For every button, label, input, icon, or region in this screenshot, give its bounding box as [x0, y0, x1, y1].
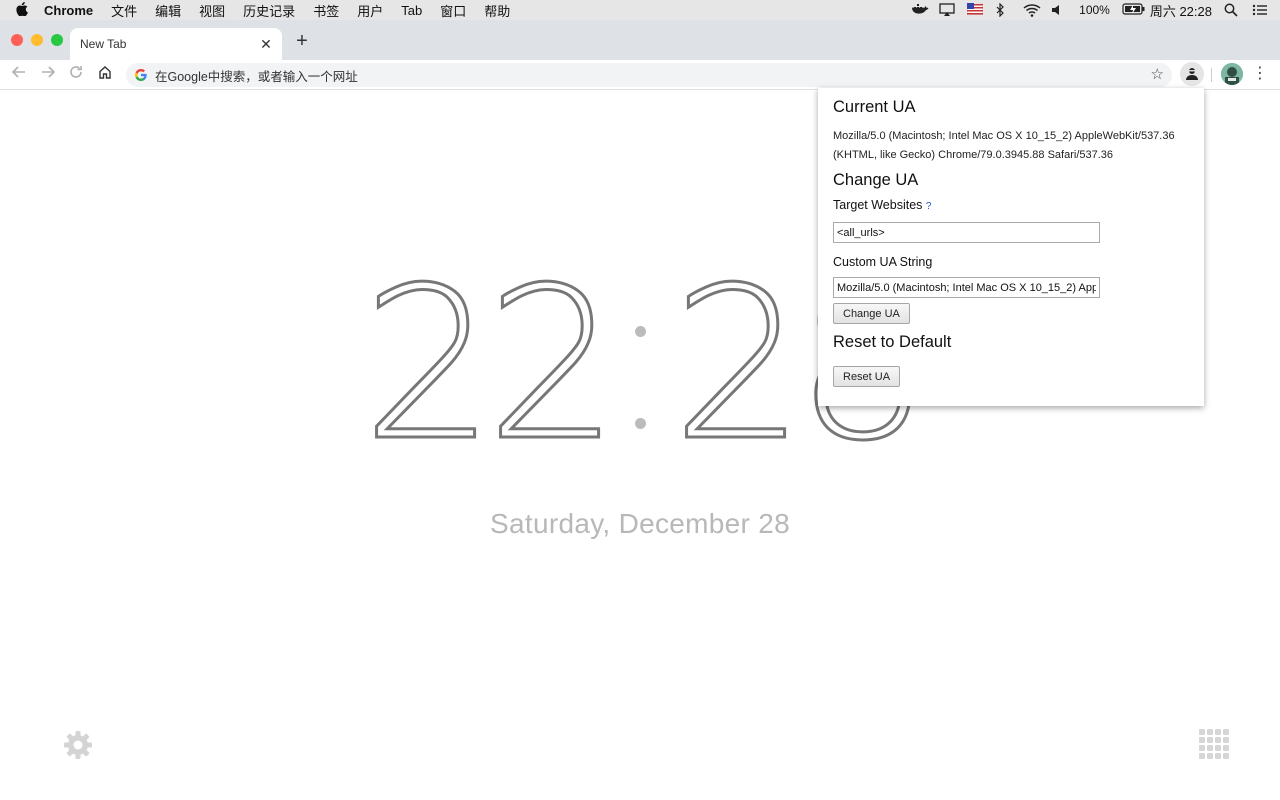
- apps-grid-icon[interactable]: [1199, 729, 1229, 759]
- target-websites-label-text: Target Websites: [833, 198, 923, 212]
- notification-center-icon[interactable]: [1252, 3, 1268, 17]
- minimize-window-button[interactable]: [31, 34, 43, 46]
- menu-tab[interactable]: Tab: [401, 3, 422, 18]
- volume-icon[interactable]: [1051, 3, 1067, 17]
- wifi-icon[interactable]: [1023, 3, 1041, 17]
- zoom-window-button[interactable]: [51, 34, 63, 46]
- menu-app-name[interactable]: Chrome: [44, 3, 93, 18]
- browser-toolbar: 在Google中搜索，或者输入一个网址 ☆ ⋮: [0, 60, 1280, 90]
- user-agent-switcher-popup: Current UA Mozilla/5.0 (Macintosh; Intel…: [818, 88, 1204, 406]
- target-websites-label: Target Websites ?: [833, 198, 1189, 212]
- toolbar-separator: [1211, 68, 1212, 82]
- tab-strip: New Tab ✕ +: [0, 20, 1280, 60]
- battery-icon[interactable]: [1122, 3, 1145, 17]
- tab-close-icon[interactable]: ✕: [258, 36, 274, 52]
- date-display: Saturday, December 28: [490, 508, 790, 539]
- close-window-button[interactable]: [11, 34, 23, 46]
- menu-view[interactable]: 视图: [199, 1, 225, 20]
- menu-help[interactable]: 帮助: [484, 1, 510, 20]
- clock-colon-dot-top: [635, 326, 646, 337]
- clock-hour-ones: 2: [485, 242, 622, 487]
- reload-icon[interactable]: [66, 65, 86, 85]
- bookmark-star-icon[interactable]: ☆: [1151, 67, 1164, 83]
- address-bar[interactable]: 在Google中搜索，或者输入一个网址 ☆: [126, 63, 1172, 87]
- battery-percent: 100%: [1079, 3, 1110, 17]
- menubar-clock[interactable]: 周六 22:28: [1150, 1, 1212, 20]
- airplay-icon[interactable]: [939, 3, 955, 17]
- current-ua-line-1: Mozilla/5.0 (Macintosh; Intel Mac OS X 1…: [833, 130, 1175, 142]
- chrome-menu-icon[interactable]: ⋮: [1252, 64, 1268, 84]
- change-ua-heading: Change UA: [833, 171, 919, 189]
- menu-window[interactable]: 窗口: [440, 1, 466, 20]
- settings-gear-icon[interactable]: [62, 729, 94, 761]
- menu-people[interactable]: 用户: [357, 1, 383, 20]
- current-ua-line-2: (KHTML, like Gecko) Chrome/79.0.3945.88 …: [833, 149, 1114, 161]
- forward-icon[interactable]: [38, 65, 58, 85]
- menu-bookmarks[interactable]: 书签: [313, 1, 339, 20]
- docker-icon[interactable]: [911, 3, 929, 17]
- google-icon: [135, 69, 147, 81]
- macos-menu-bar: Chrome 文件 编辑 视图 历史记录 书签 用户 Tab 窗口 帮助 100…: [0, 0, 1280, 20]
- new-tab-button[interactable]: +: [292, 31, 312, 52]
- current-ua-heading: Current UA: [833, 98, 916, 116]
- apple-icon[interactable]: [0, 1, 44, 19]
- spotlight-search-icon[interactable]: [1224, 3, 1240, 17]
- clock-hour-tens: 2: [361, 242, 498, 487]
- custom-ua-string-label: Custom UA String: [833, 255, 933, 269]
- profile-avatar[interactable]: [1221, 63, 1243, 85]
- us-flag-icon[interactable]: [966, 2, 984, 17]
- target-websites-input[interactable]: [833, 222, 1100, 243]
- user-agent-extension-icon[interactable]: [1180, 62, 1204, 86]
- tab-new-tab[interactable]: New Tab ✕: [70, 28, 282, 60]
- menu-file[interactable]: 文件: [111, 1, 137, 20]
- menu-history[interactable]: 历史记录: [243, 1, 295, 20]
- clock-minute-tens: 2: [671, 242, 808, 487]
- current-ua-value: Mozilla/5.0 (Macintosh; Intel Mac OS X 1…: [833, 127, 1189, 165]
- reset-ua-button[interactable]: Reset UA: [833, 366, 901, 387]
- help-link[interactable]: ?: [926, 201, 932, 212]
- tab-title: New Tab: [80, 37, 127, 51]
- reset-to-default-heading: Reset to Default: [833, 333, 952, 351]
- address-bar-placeholder: 在Google中搜索，或者输入一个网址: [155, 69, 358, 84]
- change-ua-button[interactable]: Change UA: [833, 303, 910, 324]
- bluetooth-icon[interactable]: [995, 2, 1011, 18]
- menu-edit[interactable]: 编辑: [155, 1, 181, 20]
- home-icon[interactable]: [95, 65, 115, 85]
- clock-colon-dot-bottom: [635, 418, 646, 429]
- custom-ua-string-input[interactable]: [833, 277, 1100, 298]
- back-icon[interactable]: [9, 65, 29, 85]
